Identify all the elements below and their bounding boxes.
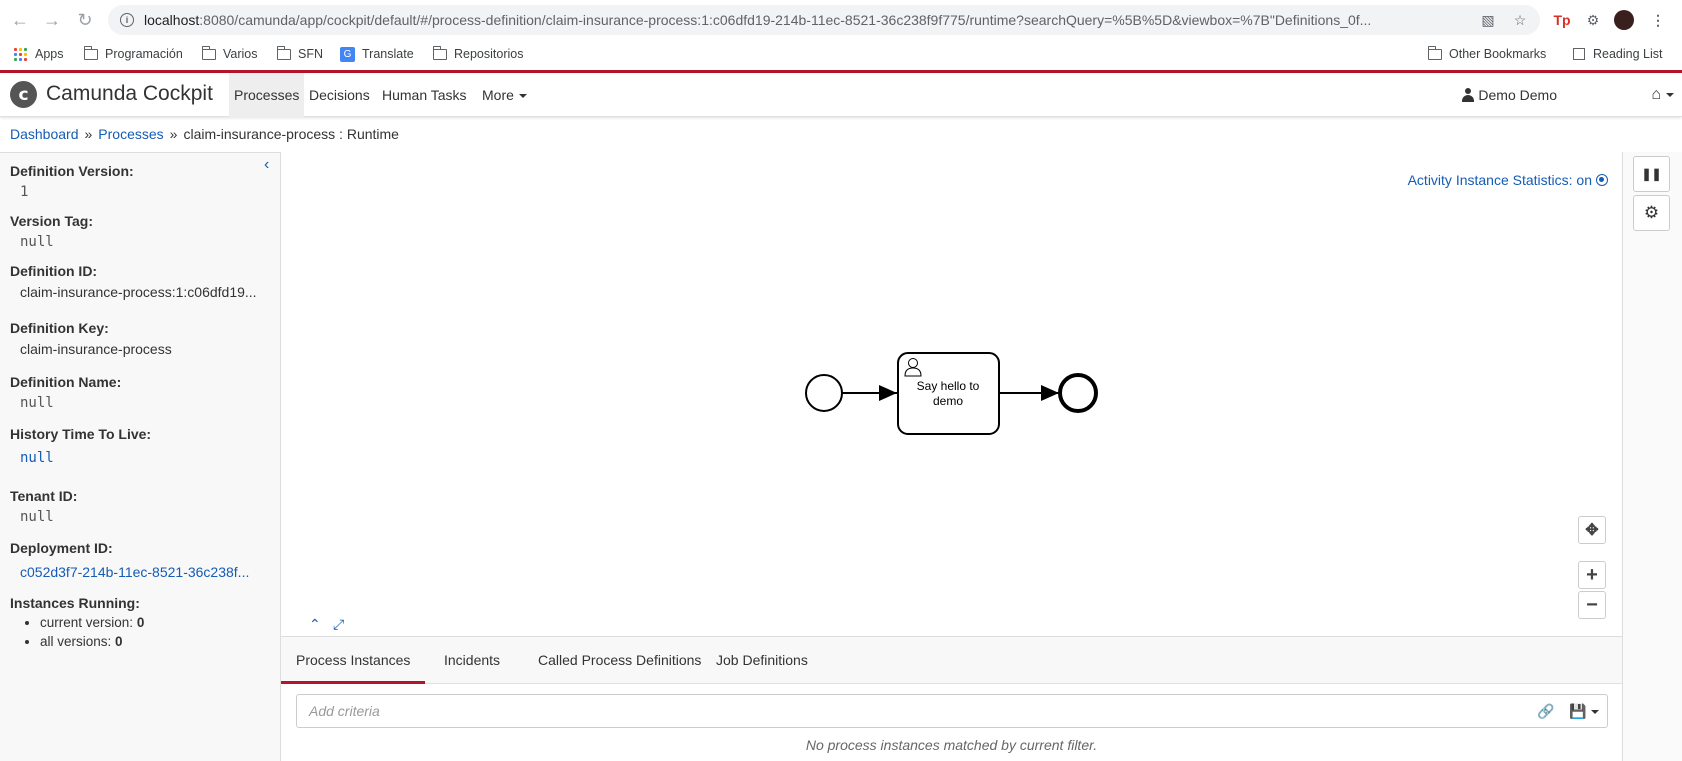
breadcrumb: Dashboard » Processes » claim-insurance-…: [10, 126, 399, 142]
app-header: c Camunda Cockpit Processes Decisions Hu…: [0, 73, 1682, 117]
pause-icon[interactable]: ❚❚: [1633, 156, 1670, 192]
maximize-diagram-icon[interactable]: ⤢: [333, 616, 344, 633]
back-icon[interactable]: ←: [8, 8, 32, 32]
tab-called-process-definitions[interactable]: Called Process Definitions: [523, 637, 716, 684]
bookmark-varios[interactable]: Varios: [201, 42, 258, 66]
folder-icon: [201, 45, 216, 60]
definition-key: Definition Key: claim-insurance-process: [10, 320, 172, 357]
bookmark-repositorios[interactable]: Repositorios: [432, 42, 523, 66]
apps-grid-icon: [14, 47, 27, 61]
gear-icon[interactable]: ⚙: [1633, 195, 1670, 231]
home-icon: ⌂: [1651, 86, 1661, 103]
user-menu[interactable]: Demo Demo: [1462, 73, 1557, 117]
search-criteria-input[interactable]: Add criteria 🔗 💾: [296, 694, 1608, 728]
zoom-out-icon[interactable]: −: [1578, 591, 1606, 619]
zoom-in-icon[interactable]: +: [1578, 561, 1606, 589]
profile-avatar-icon[interactable]: [1614, 10, 1634, 30]
instance-tabs: Process Instances Incidents Called Proce…: [281, 636, 1622, 684]
breadcrumb-dashboard[interactable]: Dashboard: [10, 126, 79, 142]
nav-processes[interactable]: Processes: [229, 73, 305, 117]
browser-toolbar: ← → ↻ i localhost:8080/camunda/app/cockp…: [0, 0, 1682, 40]
reset-zoom-icon[interactable]: ✥: [1578, 516, 1606, 544]
url-text[interactable]: localhost:8080/camunda/app/cockpit/defau…: [144, 12, 1464, 28]
folder-icon: [1427, 45, 1442, 60]
bookmark-star-icon[interactable]: ☆: [1512, 12, 1528, 28]
bookmark-translate[interactable]: G Translate: [340, 42, 414, 66]
folder-icon: [276, 45, 291, 60]
end-event[interactable]: [1058, 373, 1098, 413]
breadcrumb-processes[interactable]: Processes: [98, 126, 163, 142]
definition-id: Definition ID: claim-insurance-process:1…: [10, 263, 257, 300]
link-icon[interactable]: 🔗: [1537, 703, 1554, 720]
nav-decisions[interactable]: Decisions: [304, 73, 375, 117]
collapse-tabs-icon[interactable]: ⌃: [309, 616, 321, 633]
breadcrumb-separator: »: [84, 126, 93, 142]
brand-name[interactable]: Camunda Cockpit: [46, 82, 213, 106]
start-event[interactable]: [805, 374, 843, 412]
instances-running: Instances Running: current version: 0 al…: [10, 595, 275, 653]
bookmarks-bar: Apps Programación Varios SFN G Translate …: [0, 42, 1682, 66]
task-label-line2: demo: [933, 394, 963, 408]
breadcrumb-separator: »: [169, 126, 178, 142]
deployment-id: Deployment ID: c052d3f7-214b-11ec-8521-3…: [10, 540, 275, 580]
home-menu[interactable]: ⌂: [1651, 73, 1674, 117]
extension-tp-icon[interactable]: Tp: [1552, 10, 1572, 30]
bpmn-diagram-canvas[interactable]: Activity Instance Statistics: on Say hel…: [281, 152, 1622, 636]
tab-job-definitions[interactable]: Job Definitions: [701, 637, 823, 684]
reading-list-icon: [1573, 48, 1585, 60]
address-bar[interactable]: i localhost:8080/camunda/app/cockpit/def…: [108, 5, 1540, 35]
breadcrumb-current: claim-insurance-process : Runtime: [183, 126, 399, 142]
browser-chrome: ← → ↻ i localhost:8080/camunda/app/cockp…: [0, 0, 1682, 72]
bookmark-other[interactable]: Other Bookmarks: [1427, 42, 1546, 66]
folder-icon: [83, 45, 98, 60]
folder-icon: [432, 45, 447, 60]
tab-process-instances[interactable]: Process Instances: [281, 637, 426, 684]
browser-menu-icon[interactable]: ⋮: [1648, 10, 1668, 30]
tab-incidents[interactable]: Incidents: [429, 637, 515, 684]
nav-human-tasks[interactable]: Human Tasks: [377, 73, 472, 117]
chevron-down-icon: [518, 94, 527, 99]
list-item: all versions: 0: [40, 634, 275, 649]
empty-state-message: No process instances matched by current …: [805, 737, 1098, 753]
tenant-id: Tenant ID: null: [10, 488, 78, 525]
nav-more[interactable]: More: [477, 73, 532, 117]
bookmark-sfn[interactable]: SFN: [276, 42, 323, 66]
site-info-icon[interactable]: i: [120, 13, 134, 27]
history-ttl-edit-link[interactable]: null: [20, 450, 275, 466]
chevron-down-icon: [1666, 93, 1674, 97]
forward-icon[interactable]: →: [40, 8, 64, 32]
translate-icon: G: [340, 46, 355, 62]
list-item: current version: 0: [40, 615, 275, 630]
task-label-line1: Say hello to: [917, 379, 980, 393]
history-time-to-live: History Time To Live: null: [10, 426, 275, 466]
definition-version: Definition Version: 1: [10, 163, 134, 200]
bpmn-diagram: Say hello to demo: [805, 352, 1098, 435]
right-control-strip: ❚❚ ⚙: [1622, 152, 1682, 761]
instances-list: current version: 0 all versions: 0: [10, 615, 275, 649]
bookmark-programacion[interactable]: Programación: [83, 42, 183, 66]
save-dropdown-icon[interactable]: 💾: [1569, 703, 1600, 720]
search-placeholder: Add criteria: [309, 703, 380, 719]
extensions-puzzle-icon[interactable]: ⚙: [1583, 10, 1603, 30]
bookmark-apps[interactable]: Apps: [14, 42, 64, 66]
version-tag: Version Tag: null: [10, 213, 93, 250]
translate-page-icon[interactable]: ▧: [1480, 12, 1496, 28]
user-icon: [1462, 88, 1475, 102]
reload-icon[interactable]: ↻: [73, 8, 97, 32]
bookmark-reading-list[interactable]: Reading List: [1573, 42, 1663, 66]
definition-name: Definition Name: null: [10, 374, 122, 411]
deployment-id-link[interactable]: c052d3f7-214b-11ec-8521-36c238f...: [20, 564, 275, 580]
camunda-logo[interactable]: c: [10, 81, 37, 108]
